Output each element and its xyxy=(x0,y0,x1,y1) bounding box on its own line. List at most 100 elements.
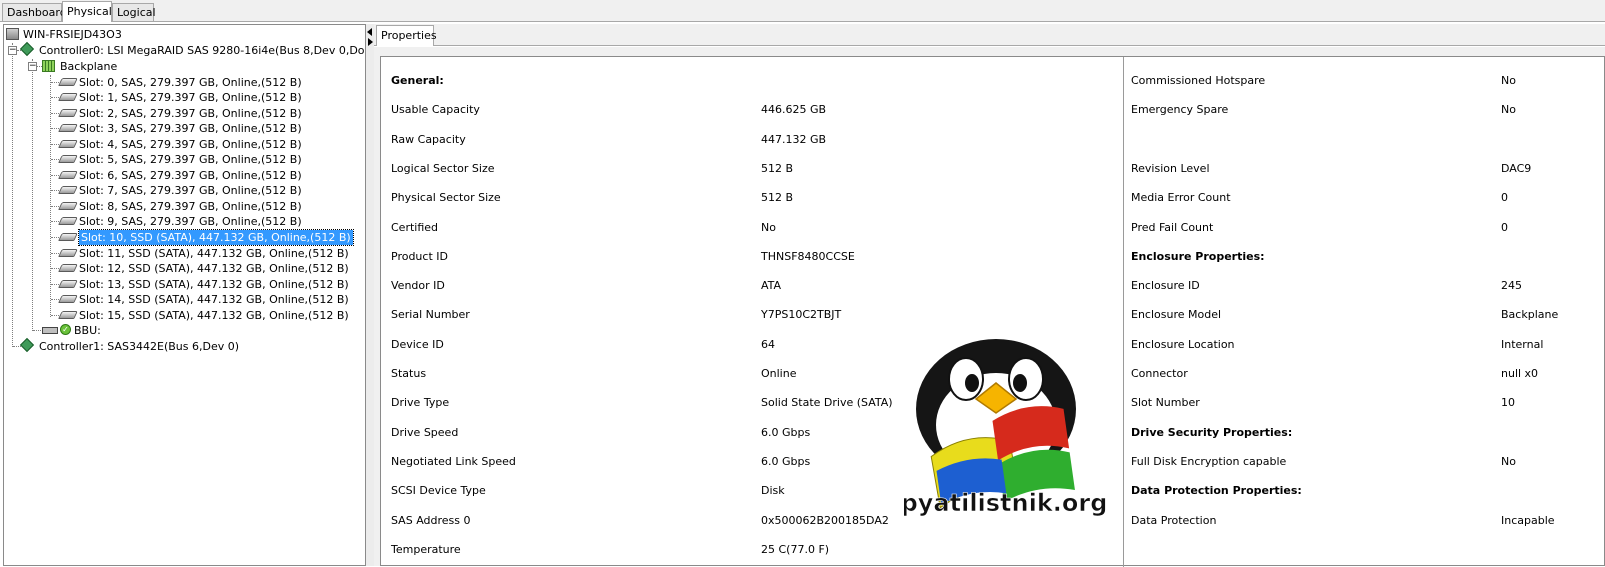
tab-logical[interactable]: Logical xyxy=(112,3,156,21)
tree-connector xyxy=(51,82,59,83)
tab-physical[interactable]: Physical xyxy=(62,1,112,22)
property-value: 10 xyxy=(1501,396,1515,409)
disk-drive-icon xyxy=(58,280,78,288)
tree-connector xyxy=(51,299,59,300)
tree-connector xyxy=(51,206,59,207)
property-value: 0 xyxy=(1501,221,1508,234)
property-label: Temperature xyxy=(391,543,461,556)
property-value: THNSF8480CCSE xyxy=(761,250,855,263)
property-label: Enclosure ID xyxy=(1131,279,1200,292)
collapse-right-icon[interactable] xyxy=(368,38,373,46)
property-label: Raw Capacity xyxy=(391,133,466,146)
tree-connector xyxy=(51,268,59,269)
property-section-header: Enclosure Properties: xyxy=(1131,250,1265,263)
property-label: Data Protection xyxy=(1131,514,1217,527)
tree-node-label: Backplane xyxy=(60,60,118,73)
column-divider xyxy=(1123,57,1124,567)
collapse-left-icon[interactable] xyxy=(367,28,372,36)
tree-connector xyxy=(13,346,21,347)
collapse-expander-icon[interactable]: − xyxy=(28,62,37,71)
watermark-logo: pyatilistnik.org xyxy=(904,335,1116,547)
property-value: Y7PS10C2TBJT xyxy=(761,308,842,321)
property-label: Commissioned Hotspare xyxy=(1131,74,1266,87)
property-label: SCSI Device Type xyxy=(391,484,486,497)
tree-connector xyxy=(51,175,59,176)
property-value: 0 xyxy=(1501,191,1508,204)
tree-node-label: WIN-FRSIEJD43O3 xyxy=(23,28,122,41)
property-value: 512 B xyxy=(761,162,794,175)
disk-drive-icon xyxy=(58,78,78,86)
tree-connector xyxy=(12,43,13,347)
tree-connector xyxy=(50,75,51,317)
property-value: No xyxy=(761,221,776,234)
tree-node-label: Controller1: SAS3442E(Bus 6,Dev 0) xyxy=(39,340,240,353)
property-value: 447.132 GB xyxy=(761,133,827,146)
tree-connector xyxy=(51,128,59,129)
tree-node-label: Slot: 10, SSD (SATA), 447.132 GB, Online… xyxy=(78,229,354,246)
tree-node-label: Slot: 6, SAS, 279.397 GB, Online,(512 B) xyxy=(79,169,302,182)
tab-bar-line xyxy=(374,45,1605,46)
property-value: 64 xyxy=(761,338,775,351)
property-label: Drive Speed xyxy=(391,426,459,439)
property-label: Serial Number xyxy=(391,308,470,321)
property-label: Usable Capacity xyxy=(391,103,480,116)
property-value: ATA xyxy=(761,279,782,292)
tree-node-label: Slot: 1, SAS, 279.397 GB, Online,(512 B) xyxy=(79,91,302,104)
tree-connector xyxy=(51,144,59,145)
tree-connector xyxy=(37,66,42,67)
property-value: No xyxy=(1501,455,1516,468)
property-label: Vendor ID xyxy=(391,279,445,292)
property-value: Online xyxy=(761,367,797,380)
property-label: Slot Number xyxy=(1131,396,1200,409)
property-label: Negotiated Link Speed xyxy=(391,455,516,468)
backplane-icon xyxy=(42,60,55,72)
tree-node-label: Slot: 12, SSD (SATA), 447.132 GB, Online… xyxy=(79,262,349,275)
property-label: Revision Level xyxy=(1131,162,1210,175)
property-label: Enclosure Location xyxy=(1131,338,1235,351)
disk-drive-icon xyxy=(58,124,78,132)
property-section-header: General: xyxy=(391,74,444,87)
tree-node-label: Slot: 15, SSD (SATA), 447.132 GB, Online… xyxy=(79,309,349,322)
panel-splitter[interactable] xyxy=(366,24,374,566)
property-value: 6.0 Gbps xyxy=(761,455,811,468)
penguin-logo-icon: pyatilistnik.org xyxy=(904,339,1108,517)
computer-icon xyxy=(6,28,19,40)
disk-drive-icon xyxy=(58,171,78,179)
tab-dashboard[interactable]: Dashboard xyxy=(2,3,67,21)
status-ok-icon: ✓ xyxy=(60,324,71,335)
tab-properties[interactable]: Properties xyxy=(376,25,437,46)
property-section-header: Data Protection Properties: xyxy=(1131,484,1302,497)
property-value: 245 xyxy=(1501,279,1522,292)
property-label: Status xyxy=(391,367,427,380)
tree-node-label: Slot: 0, SAS, 279.397 GB, Online,(512 B) xyxy=(79,76,302,89)
disk-drive-icon xyxy=(58,140,78,148)
property-label: Device ID xyxy=(391,338,444,351)
tree-node-label: Slot: 3, SAS, 279.397 GB, Online,(512 B) xyxy=(79,122,302,135)
property-value: 512 B xyxy=(761,191,794,204)
disk-drive-icon xyxy=(58,155,78,163)
controller-icon xyxy=(19,41,35,57)
tree-connector xyxy=(51,190,59,191)
property-value: No xyxy=(1501,103,1516,116)
controller-icon xyxy=(19,337,35,353)
disk-drive-icon xyxy=(58,109,78,117)
tree-node-label: Slot: 13, SSD (SATA), 447.132 GB, Online… xyxy=(79,278,349,291)
property-label: Emergency Spare xyxy=(1131,103,1229,116)
disk-drive-icon xyxy=(58,217,78,225)
tree-node-label: Slot: 8, SAS, 279.397 GB, Online,(512 B) xyxy=(79,200,302,213)
tree-connector xyxy=(51,97,59,98)
tree-connector xyxy=(32,59,33,331)
property-value: Disk xyxy=(761,484,785,497)
battery-icon xyxy=(42,327,58,334)
tree-connector xyxy=(51,237,59,238)
property-label: Media Error Count xyxy=(1131,191,1231,204)
tree-connector xyxy=(33,330,41,331)
properties-tab-bar: Properties xyxy=(374,24,1605,46)
property-value: Internal xyxy=(1501,338,1544,351)
property-label: Enclosure Model xyxy=(1131,308,1222,321)
disk-drive-icon xyxy=(58,249,78,257)
property-label: Certified xyxy=(391,221,439,234)
collapse-expander-icon[interactable]: − xyxy=(8,46,17,55)
property-value: 0x500062B200185DA2 xyxy=(761,514,889,527)
property-label: Full Disk Encryption capable xyxy=(1131,455,1287,468)
